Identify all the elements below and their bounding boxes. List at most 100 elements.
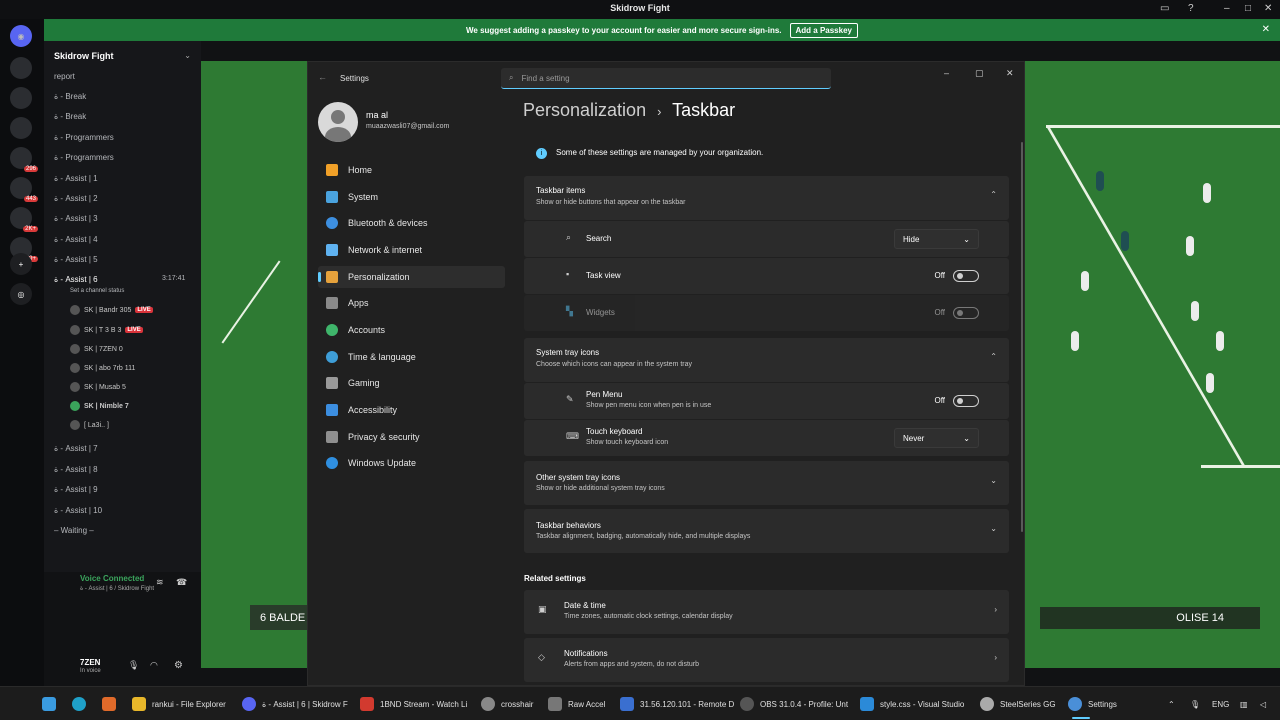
taskbar-app[interactable]: OBS 31.0.4 - Profile: Unt xyxy=(740,695,848,713)
help-icon[interactable]: ? xyxy=(1188,3,1194,14)
widgets-toggle[interactable] xyxy=(953,307,979,319)
server-icon[interactable]: 296 xyxy=(10,147,38,172)
channel-item[interactable]: ة - Assist | 4 xyxy=(54,235,98,244)
minimize-icon[interactable]: – xyxy=(944,68,949,78)
nav-time-language[interactable]: Time & language xyxy=(318,346,505,368)
taskbar-items-header[interactable]: Taskbar items Show or hide buttons that … xyxy=(524,176,1009,220)
taskview-toggle[interactable] xyxy=(953,270,979,282)
mic-icon[interactable]: 🎙 xyxy=(128,660,139,671)
voice-user[interactable]: SK | Musab 5 xyxy=(70,382,126,392)
profile-name[interactable]: ma al xyxy=(366,110,388,120)
chevron-down-icon[interactable]: ⌄ xyxy=(990,524,997,533)
noise-icon[interactable]: ≋ xyxy=(156,577,164,588)
voice-user[interactable]: SK | 7ZEN 0 xyxy=(70,344,123,354)
scrollbar[interactable] xyxy=(1021,142,1023,532)
launcher-button[interactable] xyxy=(102,695,116,713)
channel-item[interactable]: ة - Break xyxy=(54,92,86,101)
user-name[interactable]: 7ZEN xyxy=(80,658,100,667)
channel-item[interactable]: – Waiting – xyxy=(54,526,94,535)
nav-home[interactable]: Home xyxy=(318,159,505,181)
channel-item[interactable]: ة - Assist | 8 xyxy=(54,465,98,474)
voice-user[interactable]: SK | abo 7rb 111 xyxy=(70,363,135,373)
chevron-down-icon[interactable]: ⌄ xyxy=(990,476,997,485)
taskbar-app[interactable]: ة - Assist | 6 | Skidrow F xyxy=(242,695,348,713)
disconnect-icon[interactable]: ☎ xyxy=(176,577,187,588)
channel-item[interactable]: ة - Assist | 9 xyxy=(54,485,98,494)
channel-item[interactable]: ة - Break xyxy=(54,112,86,121)
channel-item[interactable]: ة - Assist | 3 xyxy=(54,214,98,223)
close-icon[interactable]: ✕ xyxy=(1006,68,1014,79)
chevron-right-icon[interactable]: › xyxy=(994,605,997,614)
nav-bluetooth[interactable]: Bluetooth & devices xyxy=(318,212,505,234)
close-icon[interactable]: ✕ xyxy=(1264,3,1272,14)
voice-user[interactable]: SK | Bandr 305 LIVE xyxy=(70,305,153,315)
channel-item[interactable]: ة - Assist | 7 xyxy=(54,444,98,453)
back-arrow-icon[interactable]: ← xyxy=(318,72,327,82)
avatar[interactable] xyxy=(318,102,358,142)
chevron-up-icon[interactable]: ⌃ xyxy=(990,352,997,361)
channel-item[interactable]: report xyxy=(54,72,75,81)
other-tray-header[interactable]: Other system tray icons Show or hide add… xyxy=(524,461,1009,505)
breadcrumb-parent[interactable]: Personalization xyxy=(523,100,646,120)
gear-icon[interactable]: ⚙ xyxy=(174,660,183,671)
chevron-right-icon[interactable]: › xyxy=(994,653,997,662)
server-icon[interactable] xyxy=(10,57,32,79)
taskbar-app[interactable]: Raw Accel xyxy=(548,695,605,713)
touch-keyboard-dropdown[interactable]: Never ⌄ xyxy=(894,428,979,448)
start-button[interactable] xyxy=(42,695,56,713)
taskbar-app[interactable]: style.css - Visual Studio xyxy=(860,695,964,713)
nav-personalization[interactable]: Personalization xyxy=(318,266,505,288)
notifications-link[interactable]: ◇ Notifications Alerts from apps and sys… xyxy=(524,638,1009,682)
server-icon[interactable] xyxy=(10,117,32,139)
channel-item[interactable]: ة - Programmers xyxy=(54,133,114,142)
search-dropdown[interactable]: Hide ⌄ xyxy=(894,229,979,249)
headset-icon[interactable]: ◠ xyxy=(150,660,158,671)
volume-icon[interactable]: ◁ xyxy=(1260,695,1266,713)
language-indicator[interactable]: ENG xyxy=(1212,695,1229,713)
channel-item[interactable]: ة - Assist | 1 xyxy=(54,174,98,183)
banner-close-icon[interactable]: ✕ xyxy=(1262,24,1270,35)
date-time-link[interactable]: ▣ Date & time Time zones, automatic cloc… xyxy=(524,590,1009,634)
nav-windows-update[interactable]: Windows Update xyxy=(318,452,505,474)
pen-menu-toggle[interactable] xyxy=(953,395,979,407)
nav-privacy[interactable]: Privacy & security xyxy=(318,426,505,448)
nav-accessibility[interactable]: Accessibility xyxy=(318,399,505,421)
server-name[interactable]: Skidrow Fight xyxy=(54,51,114,61)
channel-status[interactable]: Set a channel status xyxy=(70,288,124,294)
taskbar-app-settings[interactable]: Settings xyxy=(1068,695,1117,719)
voice-user[interactable]: [ La3i.. ] xyxy=(70,420,109,430)
taskbar-behaviors-header[interactable]: Taskbar behaviors Taskbar alignment, bad… xyxy=(524,509,1009,553)
inbox-icon[interactable]: ▭ xyxy=(1160,3,1169,14)
voice-user[interactable]: SK | T 3 B 3 LIVE xyxy=(70,325,143,335)
server-icon[interactable]: 443 xyxy=(10,177,38,202)
taskbar-app[interactable]: rankui - File Explorer xyxy=(132,695,226,713)
mic-icon[interactable]: 🎙 xyxy=(1190,695,1200,713)
server-icon[interactable]: 2K+ xyxy=(10,207,38,232)
tray-overflow-icon[interactable]: ⌃ xyxy=(1168,695,1175,713)
add-passkey-button[interactable]: Add a Passkey xyxy=(789,22,858,38)
nav-network[interactable]: Network & internet xyxy=(318,239,505,261)
nav-apps[interactable]: Apps xyxy=(318,292,505,314)
nav-gaming[interactable]: Gaming xyxy=(318,372,505,394)
taskbar-app[interactable]: 1BND Stream - Watch Li xyxy=(360,695,467,713)
taskbar-app[interactable]: SteelSeries GG xyxy=(980,695,1056,713)
nav-accounts[interactable]: Accounts xyxy=(318,319,505,341)
edge-button[interactable] xyxy=(72,695,86,713)
maximize-icon[interactable]: ▢ xyxy=(975,68,984,79)
channel-item[interactable]: ة - Assist | 5 xyxy=(54,255,98,264)
channel-item[interactable]: ة - Assist | 2 xyxy=(54,194,98,203)
minimize-icon[interactable]: – xyxy=(1224,3,1230,14)
channel-item[interactable]: ة - Programmers xyxy=(54,153,114,162)
network-icon[interactable]: ▥ xyxy=(1240,695,1248,713)
voice-user[interactable]: SK | Nimble 7 xyxy=(70,401,129,411)
discord-home-icon[interactable]: ◉ xyxy=(10,25,32,47)
chevron-down-icon[interactable]: ⌄ xyxy=(184,51,191,60)
voice-status[interactable]: Voice Connected xyxy=(80,574,144,583)
channel-item[interactable]: ة - Assist | 10 xyxy=(54,506,102,515)
add-server-icon[interactable]: + xyxy=(10,253,32,275)
taskbar-app[interactable]: crosshair xyxy=(481,695,533,713)
search-input[interactable]: ⌕ Find a setting xyxy=(501,68,831,89)
server-icon[interactable] xyxy=(10,87,32,109)
taskbar-app[interactable]: 31.56.120.101 - Remote D xyxy=(620,695,734,713)
channel-item-active[interactable]: ة - Assist | 6 xyxy=(54,275,98,284)
